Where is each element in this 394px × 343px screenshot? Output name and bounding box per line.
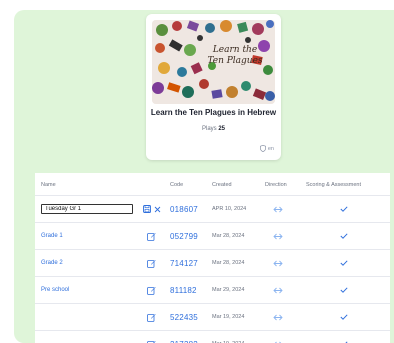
class-name-link[interactable]: Grade 1 (41, 223, 63, 249)
class-code[interactable]: 217382 (170, 331, 198, 343)
plays-count: Plays 25 (146, 126, 281, 132)
table-row: Grade 2 714127 Mar 28, 2024 (35, 250, 390, 277)
class-code[interactable]: 714127 (170, 250, 198, 276)
checkmark-icon (340, 223, 348, 249)
header-code[interactable]: Code (170, 182, 183, 188)
created-date: Mar 19, 2024 (212, 331, 244, 343)
header-created[interactable]: Created (212, 182, 232, 188)
table-row: 217382 Mar 19, 2024 (35, 331, 390, 343)
checkmark-icon (340, 304, 348, 330)
created-date: APR 10, 2024 (212, 206, 247, 212)
class-name-link[interactable]: Pre school (41, 277, 69, 303)
close-icon[interactable] (154, 196, 161, 222)
table-row: Grade 1 052799 Mar 28, 2024 (35, 223, 390, 250)
table-header: Name Code Created Direction Scoring & As… (35, 173, 390, 196)
edit-icon[interactable] (147, 304, 156, 330)
classes-table: Name Code Created Direction Scoring & As… (35, 173, 390, 343)
edit-icon[interactable] (147, 331, 156, 343)
language-code: en (267, 145, 274, 152)
created-date: Mar 28, 2024 (212, 260, 245, 266)
edit-icon[interactable] (147, 277, 156, 303)
class-code[interactable]: 811182 (170, 277, 197, 303)
game-card[interactable]: Learn the Ten Plagues Learn the Ten Plag… (146, 14, 281, 160)
shield-icon (259, 145, 266, 152)
direction-arrows-icon[interactable] (273, 304, 283, 330)
game-title[interactable]: Learn the Ten Plagues in Hebrew (146, 108, 281, 117)
floppy-disk-icon[interactable] (143, 196, 151, 222)
direction-arrows-icon[interactable] (273, 331, 283, 343)
plays-value: 25 (218, 126, 226, 132)
direction-arrows-icon[interactable] (273, 277, 283, 303)
header-scoring[interactable]: Scoring & Assessment (306, 182, 361, 188)
edit-icon[interactable] (147, 250, 156, 276)
header-direction[interactable]: Direction (265, 182, 287, 188)
created-date: Mar 19, 2024 (212, 314, 245, 320)
created-date: Mar 28, 2024 (212, 233, 245, 239)
direction-arrows-icon[interactable] (273, 196, 283, 222)
table-row: 018607 APR 10, 2024 (35, 196, 390, 223)
direction-arrows-icon[interactable] (273, 223, 283, 249)
cover-title: Learn the Ten Plagues (207, 45, 263, 66)
checkmark-icon (340, 196, 348, 222)
plays-label: Plays (201, 126, 217, 132)
class-code[interactable]: 018607 (170, 196, 198, 222)
language-badge: en (259, 145, 274, 152)
class-code[interactable]: 052799 (170, 223, 198, 249)
class-name-link[interactable]: Grade 2 (41, 250, 63, 276)
name-cell (41, 196, 133, 222)
content-panel: Learn the Ten Plagues Learn the Ten Plag… (14, 10, 394, 343)
checkmark-icon (340, 250, 348, 276)
header-name[interactable]: Name (41, 182, 56, 188)
game-cover-image: Learn the Ten Plagues (152, 20, 275, 104)
checkmark-icon (340, 331, 348, 343)
class-code[interactable]: 522435 (170, 304, 198, 330)
checkmark-icon (340, 277, 348, 303)
edit-icon[interactable] (147, 223, 156, 249)
class-name-input[interactable] (41, 204, 133, 214)
direction-arrows-icon[interactable] (273, 250, 283, 276)
table-row: 522435 Mar 19, 2024 (35, 304, 390, 331)
table-row: Pre school 811182 Mar 29, 2024 (35, 277, 390, 304)
created-date: Mar 29, 2024 (212, 287, 245, 293)
